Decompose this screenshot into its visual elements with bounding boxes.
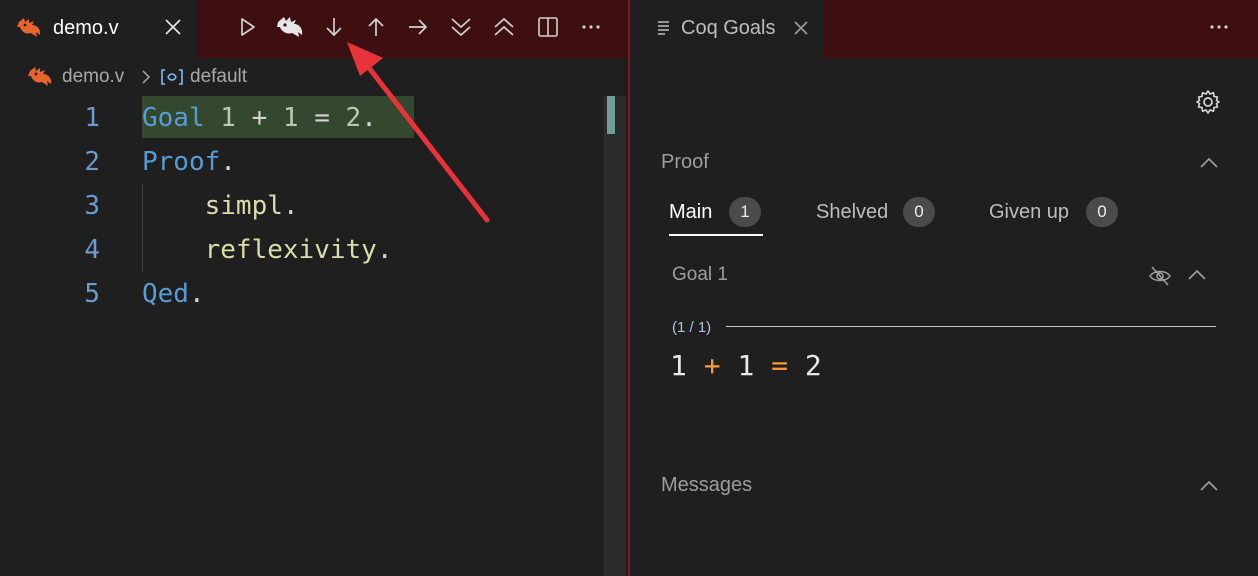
messages-section-title: Messages bbox=[661, 474, 753, 496]
code-line-text: Goal 1 + 1 = 2. bbox=[142, 103, 377, 133]
arrow-up-icon bbox=[365, 16, 387, 43]
breadcrumb-symbol[interactable]: default bbox=[190, 66, 247, 88]
preview-lines-icon bbox=[657, 20, 673, 41]
count-badge: 1 bbox=[729, 197, 761, 227]
goals-tab[interactable]: Coq Goals bbox=[630, 0, 824, 58]
close-icon[interactable] bbox=[791, 18, 811, 38]
tab-shelved[interactable]: Shelved 0 bbox=[816, 197, 946, 237]
rooster-icon bbox=[276, 14, 304, 45]
step-backward-button[interactable] bbox=[361, 14, 391, 44]
code-line-text: Qed. bbox=[142, 279, 205, 309]
count-badge: 0 bbox=[1086, 197, 1118, 227]
reset-button[interactable] bbox=[489, 14, 519, 44]
eye-closed-icon[interactable] bbox=[1148, 264, 1172, 288]
count-badge: 0 bbox=[903, 197, 935, 227]
goal-token: 1 bbox=[670, 349, 687, 382]
editor-tab-label: demo.v bbox=[53, 17, 119, 39]
run-button[interactable] bbox=[232, 14, 262, 44]
chevron-up-icon[interactable] bbox=[1186, 264, 1208, 286]
coq-rooster-icon bbox=[27, 65, 53, 94]
more-actions-button[interactable] bbox=[576, 14, 606, 44]
coq-button[interactable] bbox=[275, 14, 305, 44]
namespace-icon bbox=[160, 68, 184, 91]
editor-pane: demo.v demo.v default 1 Goal 1 + 1 = 2. … bbox=[0, 0, 628, 576]
proof-section-title: Proof bbox=[661, 151, 709, 173]
line-number: 5 bbox=[84, 279, 100, 309]
chevrons-down-icon bbox=[449, 15, 473, 44]
goal-expression: 1 + 1 = 2 bbox=[670, 349, 822, 382]
ellipsis-icon bbox=[1208, 16, 1230, 43]
goal-counter: (1 / 1) bbox=[672, 319, 712, 336]
play-icon bbox=[236, 16, 258, 43]
tab-given-up[interactable]: Given up 0 bbox=[989, 197, 1129, 237]
chevrons-up-icon bbox=[492, 15, 516, 44]
code-editor[interactable]: 1 Goal 1 + 1 = 2. 2 Proof. 3 simpl. 4 re… bbox=[0, 96, 604, 576]
code-line-text: Proof. bbox=[142, 147, 236, 177]
goal-token: 1 bbox=[737, 349, 755, 382]
arrow-down-icon bbox=[323, 16, 345, 43]
breadcrumb-file[interactable]: demo.v bbox=[62, 66, 124, 88]
goal-separator bbox=[726, 326, 1216, 327]
active-tab-underline bbox=[669, 234, 763, 236]
tab-given-up-label: Given up bbox=[989, 201, 1070, 223]
close-icon[interactable] bbox=[163, 17, 183, 37]
indent-guide bbox=[142, 184, 143, 272]
code-line: 5 Qed. bbox=[0, 272, 604, 316]
code-line: 1 Goal 1 + 1 = 2. bbox=[0, 96, 604, 140]
interpret-to-point-button[interactable] bbox=[403, 14, 433, 44]
editor-tab-demo[interactable]: demo.v bbox=[0, 0, 197, 58]
chevron-right-icon bbox=[140, 69, 152, 90]
goals-tab-label: Coq Goals bbox=[681, 17, 776, 39]
ellipsis-icon bbox=[580, 16, 602, 43]
goals-tab-bar: Coq Goals bbox=[630, 0, 1258, 58]
scrollbar-thumb[interactable] bbox=[607, 96, 615, 134]
editor-tab-bar: demo.v bbox=[0, 0, 628, 58]
chevron-up-icon[interactable] bbox=[1198, 475, 1220, 497]
arrow-right-icon bbox=[407, 16, 429, 43]
goal-token: 2 bbox=[804, 349, 822, 382]
line-number: 3 bbox=[84, 191, 100, 221]
coq-rooster-icon bbox=[16, 16, 42, 45]
more-actions-button[interactable] bbox=[1204, 14, 1234, 44]
tab-shelved-label: Shelved bbox=[816, 201, 889, 223]
line-number: 4 bbox=[84, 235, 100, 265]
code-line: 2 Proof. bbox=[0, 140, 604, 184]
goal-operator: = bbox=[754, 349, 805, 382]
interpret-to-end-button[interactable] bbox=[446, 14, 476, 44]
code-line-text: reflexivity. bbox=[204, 235, 393, 265]
code-line: 4 reflexivity. bbox=[0, 228, 604, 272]
breadcrumb: demo.v default bbox=[0, 58, 628, 96]
line-number: 2 bbox=[84, 147, 100, 177]
code-line: 3 simpl. bbox=[0, 184, 604, 228]
tab-main[interactable]: Main 1 bbox=[669, 197, 769, 237]
goal-title: Goal 1 bbox=[672, 264, 728, 285]
goal-operator: + bbox=[686, 349, 738, 382]
code-line-text: simpl. bbox=[204, 191, 299, 221]
split-icon bbox=[537, 16, 559, 43]
split-editor-button[interactable] bbox=[533, 14, 563, 44]
chevron-up-icon[interactable] bbox=[1198, 152, 1220, 174]
tab-main-label: Main bbox=[669, 201, 713, 223]
step-forward-button[interactable] bbox=[319, 14, 349, 44]
gear-icon[interactable] bbox=[1195, 89, 1221, 115]
goals-pane: Coq Goals Proof Main 1 Shelved 0 Given u… bbox=[630, 0, 1258, 576]
line-number: 1 bbox=[84, 103, 100, 133]
editor-scrollbar[interactable] bbox=[604, 96, 626, 576]
